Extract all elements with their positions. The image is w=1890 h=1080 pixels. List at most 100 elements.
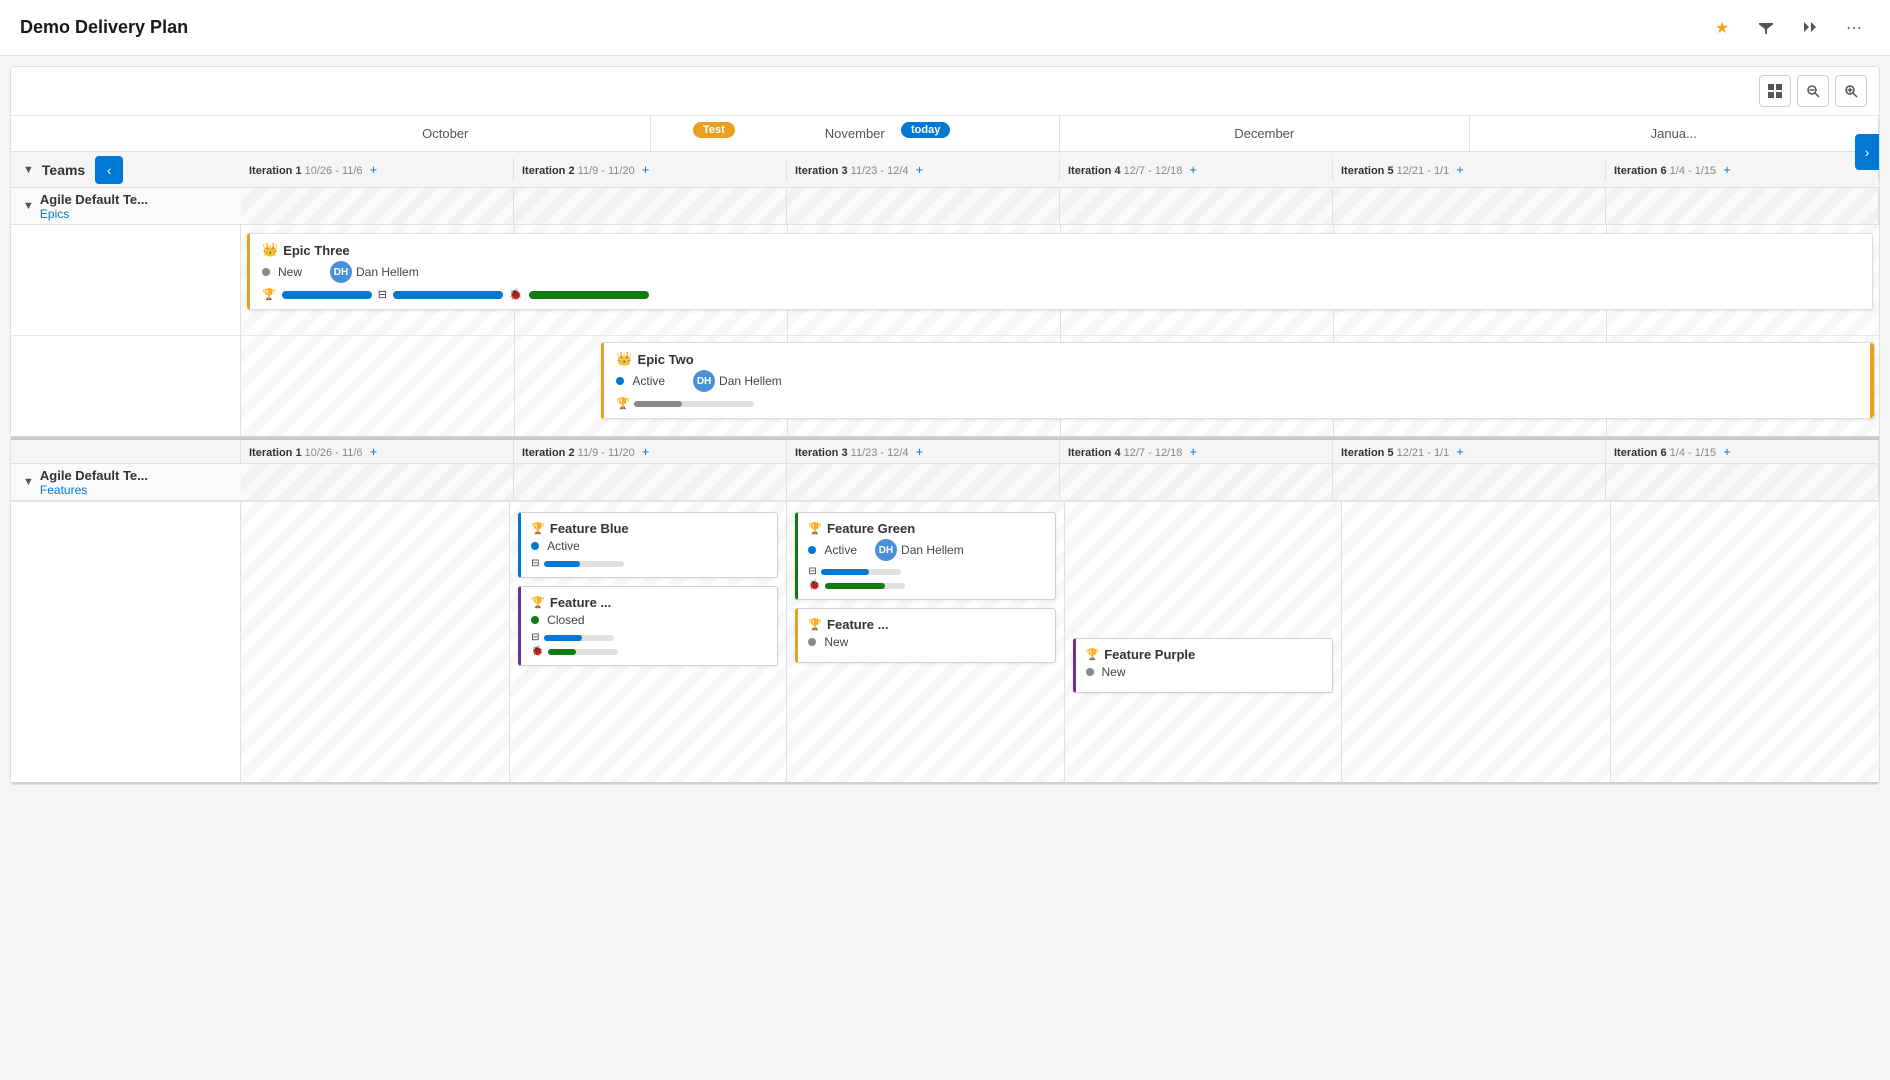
iter4-dates: 12/7 - 12/18 (1124, 165, 1183, 177)
iter3-add-button[interactable]: + (916, 162, 924, 177)
iter5-add-button[interactable]: + (1456, 162, 1464, 177)
t2-iter3-dates: 11/23 - 12/4 (851, 447, 909, 459)
iter2-add-button[interactable]: + (642, 162, 650, 177)
t2-iter6-add[interactable]: + (1723, 444, 1731, 459)
feature-purple-status-row: New (1086, 665, 1322, 679)
epic-three-status: New (278, 265, 302, 279)
t2-iter4-dates: 12/7 - 12/18 (1124, 447, 1183, 459)
team2-iter4-header: Iteration 4 12/7 - 12/18 + (1060, 440, 1333, 463)
features-grid: 🏆 Feature Blue Active ⊟ (241, 502, 1879, 782)
zoom-in-button[interactable] (1835, 75, 1867, 107)
epic-two-title: Epic Two (638, 352, 694, 367)
nav-left-button[interactable]: ‹ (95, 156, 123, 184)
team2-sublabel[interactable]: Features (40, 483, 148, 497)
scroll-right-button[interactable]: › (1855, 134, 1879, 170)
feature-purple-area: 🏆 Feature Purple New (1069, 638, 1337, 693)
epic-three-left-panel (11, 225, 241, 335)
feature-purple-status-dot (1086, 668, 1094, 676)
trophy-icon-fg: 🏆 (808, 522, 822, 535)
feature-green-bar1: ⊟ (808, 566, 1044, 577)
epic-two-status-dot (616, 377, 624, 385)
iter-header-4: Iteration 4 12/7 - 12/18 + (1060, 158, 1333, 181)
iter-header-1: Iteration 1 10/26 - 11/6 + (241, 158, 514, 181)
feat-iter2-col: 🏆 Feature Blue Active ⊟ (510, 502, 787, 782)
feature-purple-card[interactable]: 🏆 Feature Purple New (1073, 638, 1333, 693)
t2-iter5-add[interactable]: + (1456, 444, 1464, 459)
feature-blue-progress: ⊟ (531, 558, 767, 569)
iter-header-5: Iteration 5 12/21 - 1/1 + (1333, 158, 1606, 181)
trophy-icon-2: 🏆 (616, 397, 630, 410)
epic-three-title-row: 👑 Epic Three (262, 242, 1860, 258)
trophy-icon-fb: 🏆 (531, 522, 545, 535)
t2-iter5-dates: 12/21 - 1/1 (1397, 447, 1450, 459)
team2-timeline-bg (241, 464, 1879, 500)
iter3-dates: 11/23 - 12/4 (851, 165, 909, 177)
filter-button[interactable] (1750, 12, 1782, 44)
epic-two-avatar: DH (693, 370, 715, 392)
feat-iter4-col: 🏆 Feature Purple New (1065, 502, 1342, 782)
today-marker-label: today (901, 122, 950, 138)
fg-bar2-fill (825, 583, 885, 589)
teams-collapse-button[interactable]: ▼ (23, 164, 34, 176)
epic-three-avatar: DH (330, 261, 352, 283)
team1-name: Agile Default Te... (40, 192, 148, 207)
epic-two-bar (634, 401, 682, 407)
t2-iter5-name: Iteration 5 (1341, 447, 1394, 459)
iter1-add-button[interactable]: + (370, 162, 378, 177)
iter4-add-button[interactable]: + (1189, 162, 1197, 177)
iter2-name: Iteration 2 (522, 165, 575, 177)
collapse-button[interactable] (1794, 12, 1826, 44)
zoom-out-button[interactable] (1797, 75, 1829, 107)
iter-header-3: Iteration 3 11/23 - 12/4 + (787, 158, 1060, 181)
fb2-bar1-fill (544, 635, 583, 641)
feature-purple-title: Feature Purple (1104, 647, 1195, 662)
feat-iter1-col (241, 502, 510, 782)
bug-icon-fb2: 🐞 (531, 646, 543, 657)
feature-orange-card[interactable]: 🏆 Feature ... New (795, 608, 1055, 663)
team1-name-cell: ▼ Agile Default Te... Epics (11, 192, 241, 221)
feature-green-title-row: 🏆 Feature Green (808, 521, 1044, 536)
features-left-panel (11, 502, 241, 782)
feature-green-avatar: DH (875, 539, 897, 561)
t2-iter2-add[interactable]: + (642, 444, 650, 459)
header-actions: ★ ⋯ (1706, 12, 1870, 44)
feature-blue2-status-dot (531, 616, 539, 624)
epic-two-assignee: Dan Hellem (719, 374, 782, 388)
t2-iter2-name: Iteration 2 (522, 447, 575, 459)
feature-green-bar2: 🐞 (808, 580, 1044, 591)
team2-iter1-header: Iteration 1 10/26 - 11/6 + (241, 440, 514, 463)
epic-two-left-panel (11, 336, 241, 436)
iter5-dates: 12/21 - 1/1 (1397, 165, 1450, 177)
epic-two-crown-icon: 👑 (616, 351, 632, 367)
teams-header-row: ▼ Teams ‹ Iteration 1 10/26 - 11/6 + Ite… (11, 152, 1879, 188)
grid-view-button[interactable] (1759, 75, 1791, 107)
epic-three-card[interactable]: 👑 Epic Three New DH Dan Hellem 🏆 (247, 233, 1873, 310)
epic-three-timeline: 👑 Epic Three New DH Dan Hellem 🏆 (241, 225, 1879, 335)
sprint-icon-1: ⊟ (378, 288, 387, 301)
feature-green-card[interactable]: 🏆 Feature Green Active DH Dan Hellem (795, 512, 1055, 600)
feature-blue2-title: Feature ... (550, 595, 611, 610)
team1-sublabel[interactable]: Epics (40, 207, 148, 221)
team2-name: Agile Default Te... (40, 468, 148, 483)
t2-iter4-add[interactable]: + (1189, 444, 1197, 459)
feature-blue-card[interactable]: 🏆 Feature Blue Active ⊟ (518, 512, 778, 578)
month-january: Janua... (1470, 116, 1880, 152)
more-button[interactable]: ⋯ (1838, 12, 1870, 44)
epic-three-status-row: New DH Dan Hellem (262, 261, 1860, 283)
team1-collapse-button[interactable]: ▼ (23, 200, 34, 212)
epic-two-title-row: 👑 Epic Two (616, 351, 1862, 367)
trophy-icon-fp: 🏆 (1086, 648, 1100, 661)
feature-blue2-card[interactable]: 🏆 Feature ... Closed ⊟ (518, 586, 778, 666)
feature-blue2-bar1: ⊟ (531, 632, 767, 643)
feat-iter5-col (1342, 502, 1611, 782)
feature-blue2-title-row: 🏆 Feature ... (531, 595, 767, 610)
feature-blue2-bar2: 🐞 (531, 646, 767, 657)
epic-two-card[interactable]: 👑 Epic Two Active DH Dan Hellem 🏆 (601, 342, 1875, 419)
main-container: Test today October November December Jan… (10, 66, 1880, 785)
t2-iter3-add[interactable]: + (916, 444, 924, 459)
team2-collapse-button[interactable]: ▼ (23, 476, 34, 488)
t2-iter1-add[interactable]: + (370, 444, 378, 459)
app-title: Demo Delivery Plan (20, 17, 188, 38)
favorite-button[interactable]: ★ (1706, 12, 1738, 44)
iter6-add-button[interactable]: + (1723, 162, 1731, 177)
